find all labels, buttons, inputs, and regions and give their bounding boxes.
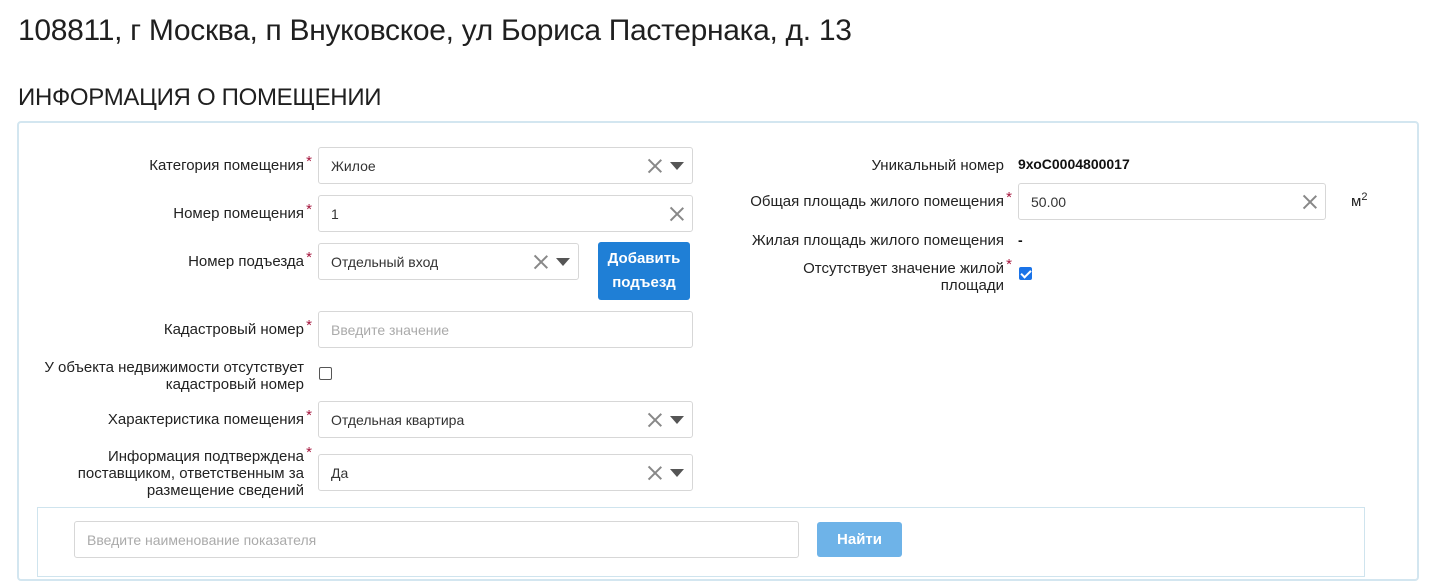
total-area-input[interactable]: 50.00 — [1018, 183, 1326, 220]
required-mark: * — [306, 317, 312, 334]
confirmed-select-value: Да — [331, 464, 349, 481]
entrance-select[interactable]: Отдельный вход — [318, 243, 579, 280]
characteristic-label: Характеристика помещения * — [107, 407, 312, 428]
entrance-select-value: Отдельный вход — [331, 253, 439, 270]
category-select-value: Жилое — [331, 157, 376, 174]
characteristic-select[interactable]: Отдельная квартира — [318, 401, 693, 438]
indicator-search-placeholder: Введите наименование показателя — [87, 531, 317, 548]
address-title: 108811, г Москва, п Внуковское, ул Борис… — [18, 14, 852, 47]
no-living-area-checkbox[interactable] — [1019, 267, 1032, 280]
clear-icon[interactable] — [648, 413, 662, 427]
confirmed-select[interactable]: Да — [318, 454, 693, 491]
no-living-area-label: Отсутствует значение жилой площади * — [803, 256, 1012, 294]
required-mark: * — [1006, 256, 1012, 273]
category-label: Категория помещения * — [149, 153, 312, 174]
indicator-search-input[interactable]: Введите наименование показателя — [74, 521, 799, 558]
find-button[interactable]: Найти — [817, 522, 902, 557]
clear-icon[interactable] — [648, 159, 662, 173]
clear-icon[interactable] — [534, 255, 548, 269]
unique-number-label: Уникальный номер — [871, 157, 1004, 174]
room-number-input[interactable]: 1 — [318, 195, 693, 232]
chevron-down-icon[interactable] — [670, 415, 684, 424]
chevron-down-icon[interactable] — [670, 468, 684, 477]
area-unit: м2 — [1351, 191, 1368, 210]
characteristic-select-value: Отдельная квартира — [331, 411, 465, 428]
no-cadastral-checkbox[interactable] — [319, 367, 332, 380]
room-number-label: Номер помещения * — [173, 201, 312, 222]
required-mark: * — [306, 444, 312, 461]
chevron-down-icon[interactable] — [556, 257, 570, 266]
entrance-label: Номер подъезда * — [188, 249, 312, 270]
required-mark: * — [306, 407, 312, 424]
living-area-value: - — [1018, 232, 1023, 248]
no-cadastral-label: У объекта недвижимости отсутствует кадас… — [44, 359, 304, 393]
unique-number-value: 9хоС0004800017 — [1018, 156, 1130, 172]
required-mark: * — [306, 201, 312, 218]
required-mark: * — [1006, 189, 1012, 206]
total-area-value: 50.00 — [1031, 193, 1067, 210]
required-mark: * — [306, 153, 312, 170]
required-mark: * — [306, 249, 312, 266]
section-title: ИНФОРМАЦИЯ О ПОМЕЩЕНИИ — [18, 84, 382, 111]
clear-icon[interactable] — [670, 207, 684, 221]
cadastral-input[interactable]: Введите значение — [318, 311, 693, 348]
total-area-label: Общая площадь жилого помещения * — [750, 189, 1012, 210]
chevron-down-icon[interactable] — [670, 161, 684, 170]
clear-icon[interactable] — [648, 466, 662, 480]
add-entrance-button[interactable]: Добавить подъезд — [598, 242, 690, 300]
room-number-value: 1 — [331, 205, 339, 222]
living-area-label: Жилая площадь жилого помещения — [751, 232, 1004, 249]
category-select[interactable]: Жилое — [318, 147, 693, 184]
cadastral-placeholder: Введите значение — [331, 321, 450, 338]
cadastral-label: Кадастровый номер * — [163, 317, 312, 338]
clear-icon[interactable] — [1303, 195, 1317, 209]
confirmed-label: Информация подтверждена поставщиком, отв… — [77, 444, 312, 499]
